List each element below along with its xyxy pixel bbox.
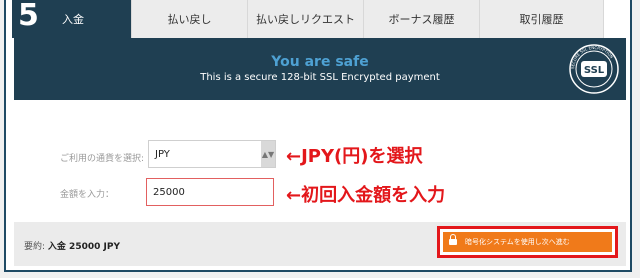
tab-bar: 5 入金 払い戻し 払い戻しリクエスト ボーナス履歴 取引履歴 [12,0,604,38]
tab-withdraw-request[interactable]: 払い戻しリクエスト [248,0,364,38]
secure-next-button[interactable]: 暗号化システムを使用し次へ進む [443,232,612,252]
pay-button-highlight: 暗号化システムを使用し次へ進む [437,226,618,258]
currency-label: ご利用の通貨を選択: [60,154,145,164]
tab-label: 取引履歴 [519,13,564,26]
currency-select[interactable]: JPY ▲▼ [148,140,276,168]
lock-icon [449,234,457,245]
tab-label: 入金 [62,13,84,26]
banner-title: You are safe [271,54,369,70]
amount-input-value: 25000 [153,186,185,198]
currency-annotation: ←JPY(円)を選択 [286,146,423,167]
tab-withdraw[interactable]: 払い戻し [132,0,248,38]
ssl-badge-icon: SSL SECURE SSL ENCRYPTION [569,44,619,94]
tab-label: 払い戻しリクエスト [256,13,355,26]
chevron-down-icon: ▲▼ [261,141,275,167]
security-banner: You are safe This is a secure 128-bit SS… [14,38,626,100]
amount-input[interactable]: 25000 [146,178,274,206]
summary-prefix: 要約: [24,242,46,252]
currency-select-value: JPY [155,148,170,160]
step-number: 5 [18,0,39,33]
summary-footer: 要約: 入金 25000 JPY 暗号化システムを使用し次へ進む [14,222,626,266]
tab-deposit[interactable]: 5 入金 [12,0,132,38]
summary-value: 入金 25000 JPY [47,242,120,252]
amount-annotation: ←初回入金額を入力 [286,185,446,206]
tab-trade-history[interactable]: 取引履歴 [480,0,604,38]
secure-next-button-label: 暗号化システムを使用し次へ進む [465,238,570,246]
tab-bonus-history[interactable]: ボーナス履歴 [364,0,480,38]
ssl-badge-text: SSL [584,65,605,76]
banner-subtitle: This is a secure 128-bit SSL Encrypted p… [200,72,440,83]
tab-label: ボーナス履歴 [388,13,455,26]
tab-label: 払い戻し [167,13,212,26]
amount-label: 金額を入力： [60,190,115,200]
deposit-summary: 要約: 入金 25000 JPY [24,239,120,252]
